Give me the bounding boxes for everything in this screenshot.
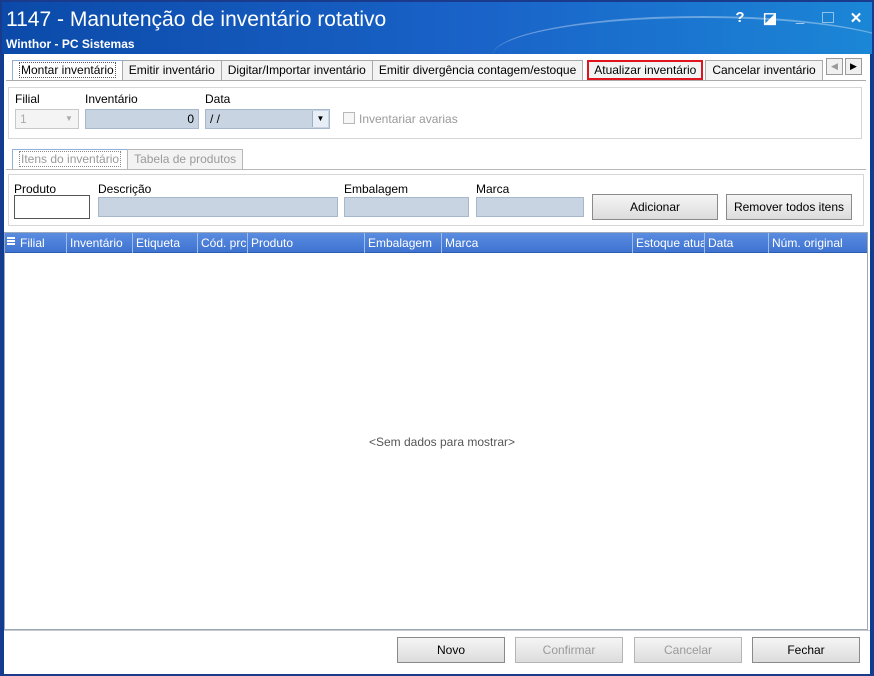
cancelar-button[interactable]: Cancelar [634,637,742,663]
produto-label: Produto [14,182,57,196]
embalagem-label: Embalagem [344,182,409,196]
window-controls: ? ◪ _ ✕ [732,9,864,27]
embalagem-field [344,197,469,217]
application-window: 1147 - Manutenção de inventário rotativo… [0,0,874,676]
descricao-label: Descrição [98,182,152,196]
column-header-filial[interactable]: Filial [17,233,67,253]
inventariar-avarias-label: Inventariar avarias [359,112,458,126]
descricao-field [98,197,338,217]
inventario-label: Inventário [85,92,138,106]
fechar-button[interactable]: Fechar [752,637,860,663]
window-title: 1147 - Manutenção de inventário rotativo [6,8,387,31]
tab-emitir-divergencia[interactable]: Emitir divergência contagem/estoque [371,60,584,80]
remover-todos-itens-button[interactable]: Remover todos itens [726,194,852,220]
inventario-field[interactable]: 0 [85,109,199,129]
chevron-down-icon[interactable]: ▼ [312,111,328,127]
grid-header: Filial Inventário Etiqueta Cód. prc Prod… [5,233,867,253]
column-header-cod-produto[interactable]: Cód. prc [198,233,248,253]
inventory-items-grid[interactable]: Filial Inventário Etiqueta Cód. prc Prod… [4,232,868,630]
filial-select[interactable]: 1 ▼ [15,109,79,129]
tab-emitir-inventario[interactable]: Emitir inventário [121,60,222,80]
tab-scroll-right-icon[interactable]: ▶ [845,58,862,75]
tab-tabela-de-produtos[interactable]: Tabela de produtos [127,149,244,169]
sub-tabs: Itens do inventário Tabela de produtos [12,149,244,169]
tab-scroll-left-icon[interactable]: ◀ [826,58,843,75]
produto-input[interactable] [14,195,90,219]
title-bar: 1147 - Manutenção de inventário rotativo… [2,2,872,54]
column-chooser-icon[interactable] [7,237,15,249]
filter-group: Filial 1 ▼ Inventário 0 Data / / ▼ Inven… [8,87,862,139]
maximize-icon [822,12,834,23]
adicionar-button[interactable]: Adicionar [592,194,718,220]
column-header-inventario[interactable]: Inventário [67,233,133,253]
main-panel: Montar inventário Emitir inventário Digi… [4,54,870,674]
column-header-num-original[interactable]: Núm. original [769,233,867,253]
data-date-picker[interactable]: / / ▼ [205,109,330,129]
window-subtitle: Winthor - PC Sistemas [6,37,135,51]
close-icon[interactable]: ✕ [848,9,864,27]
product-entry-group: Produto Descrição Embalagem Marca Adicio… [8,174,864,226]
column-header-embalagem[interactable]: Embalagem [365,233,442,253]
novo-button[interactable]: Novo [397,637,505,663]
tab-atualizar-inventario[interactable]: Atualizar inventário [587,60,704,80]
column-header-produto[interactable]: Produto [248,233,365,253]
restore-icon[interactable]: ◪ [762,9,778,27]
footer-bar: Novo Confirmar Cancelar Fechar [4,630,870,674]
grid-empty-message: <Sem dados para mostrar> [368,435,516,449]
column-header-marca[interactable]: Marca [442,233,633,253]
main-tabs: Montar inventário Emitir inventário Digi… [12,60,823,81]
column-header-estoque-atual[interactable]: Estoque atua [633,233,705,253]
marca-label: Marca [476,182,510,196]
tab-itens-do-inventario[interactable]: Itens do inventário [12,149,129,169]
tab-cancelar-inventario[interactable]: Cancelar inventário [705,60,823,80]
column-header-etiqueta[interactable]: Etiqueta [133,233,198,253]
data-label: Data [205,92,231,106]
tab-montar-inventario[interactable]: Montar inventário [12,60,123,81]
chevron-down-icon: ▼ [65,114,73,123]
help-icon[interactable]: ? [732,9,748,27]
inventariar-avarias-checkbox[interactable] [343,112,355,124]
filial-label: Filial [15,92,40,106]
column-header-data[interactable]: Data [705,233,769,253]
confirmar-button[interactable]: Confirmar [515,637,623,663]
marca-field [476,197,584,217]
tab-digitar-importar-inventario[interactable]: Digitar/Importar inventário [220,60,373,80]
minimize-icon[interactable]: _ [792,9,808,27]
